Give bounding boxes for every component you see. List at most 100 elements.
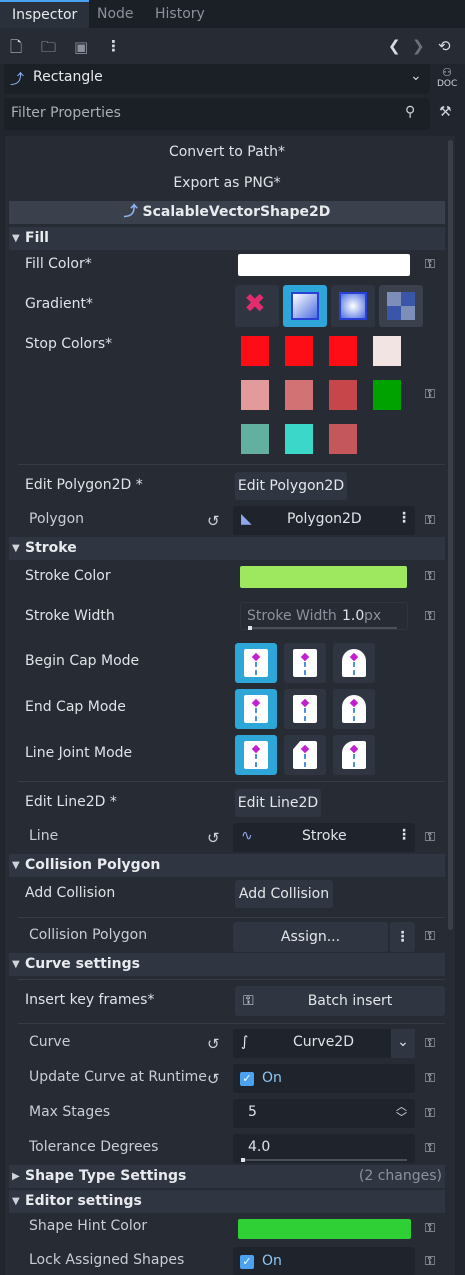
object-history-icon[interactable]: ⟲: [438, 36, 451, 56]
stop-color-swatch[interactable]: [373, 336, 401, 366]
line-value: Stroke: [302, 828, 347, 844]
tolerance-slider[interactable]: 4.0: [233, 1134, 415, 1163]
section-editor-settings[interactable]: ▼ Editor settings: [9, 1190, 445, 1213]
key-icon[interactable]: ⚿: [421, 929, 439, 944]
export-png-button[interactable]: Export as PNG*: [9, 175, 445, 191]
vector-shape-icon: ⤴: [10, 72, 24, 88]
key-icon[interactable]: ⚿: [421, 830, 439, 845]
new-resource-icon[interactable]: 🗋: [10, 37, 22, 57]
chevron-down-icon[interactable]: ⌄: [391, 1029, 415, 1058]
vector-shape-icon: ⤴: [123, 204, 138, 220]
key-icon[interactable]: ⚿: [421, 609, 439, 624]
edit-polygon-button[interactable]: Edit Polygon2D: [235, 472, 347, 500]
revert-icon[interactable]: ↺: [207, 512, 220, 530]
tab-node[interactable]: Node: [85, 0, 146, 28]
lock-shapes-label: Lock Assigned Shapes: [29, 1252, 185, 1268]
update-curve-checkbox[interactable]: ✓ On: [233, 1064, 415, 1093]
open-folder-icon[interactable]: 🗀: [41, 37, 56, 57]
section-shape-type-settings[interactable]: ▶ Shape Type Settings (2 changes): [9, 1165, 445, 1188]
key-icon[interactable]: ⚿: [421, 1254, 439, 1269]
lock-shapes-checkbox[interactable]: ✓ On: [233, 1247, 415, 1275]
stroke-width-slider[interactable]: Stroke Width 1.0 px: [240, 602, 408, 630]
joint-sharp-button[interactable]: [235, 735, 277, 775]
slider-grabber[interactable]: [241, 1158, 245, 1162]
end-cap-round-button[interactable]: [333, 689, 375, 729]
save-icon[interactable]: ▣: [74, 37, 88, 57]
key-icon[interactable]: ⚿: [421, 569, 439, 584]
joint-bevel-button[interactable]: [284, 735, 326, 775]
history-back-icon[interactable]: ❮: [388, 36, 401, 56]
revert-icon[interactable]: ↺: [207, 1070, 220, 1088]
stop-color-swatch[interactable]: [241, 380, 269, 410]
object-selector[interactable]: ⤴ Rectangle ⌄: [4, 64, 430, 94]
fill-color-picker[interactable]: [238, 254, 410, 276]
scrollbar[interactable]: [448, 140, 453, 930]
more-vertical-icon[interactable]: ⋮: [397, 827, 411, 843]
stop-color-swatch[interactable]: [285, 380, 313, 410]
gradient-texture-button[interactable]: [379, 285, 423, 327]
stroke-width-inner-label: Stroke Width: [247, 608, 337, 624]
stop-color-swatch[interactable]: [329, 336, 357, 366]
section-stroke[interactable]: ▼ Stroke: [9, 537, 445, 560]
spin-arrows-icon[interactable]: ︿ ﹀: [396, 1101, 407, 1123]
section-fill[interactable]: ▼ Fill: [9, 227, 445, 250]
tab-history[interactable]: History: [143, 0, 217, 28]
key-icon[interactable]: ⚿: [421, 387, 439, 402]
filter-properties-field[interactable]: Filter Properties ⚲: [4, 98, 430, 130]
stop-color-swatch[interactable]: [241, 424, 269, 454]
assign-button[interactable]: Assign...: [233, 922, 388, 952]
batch-insert-button[interactable]: ⚿ Batch insert: [235, 986, 445, 1016]
add-collision-button[interactable]: Add Collision: [235, 880, 333, 908]
curve-field[interactable]: ∫ Curve2D ⌄: [233, 1029, 415, 1058]
stop-color-swatch[interactable]: [285, 336, 313, 366]
key-icon[interactable]: ⚿: [421, 1141, 439, 1156]
more-vertical-icon[interactable]: ⋮: [106, 36, 121, 56]
joint-sharp-icon: [244, 741, 268, 769]
more-vertical-icon[interactable]: ⋮: [390, 922, 415, 952]
gradient-none-button[interactable]: ✖: [235, 285, 279, 327]
key-icon[interactable]: ⚿: [421, 257, 439, 272]
begin-cap-round-button[interactable]: [333, 643, 375, 683]
more-vertical-icon[interactable]: ⋮: [397, 510, 411, 526]
polygon-field[interactable]: ◣ Polygon2D ⋮: [233, 506, 415, 535]
edit-line-button[interactable]: Edit Line2D: [235, 789, 321, 817]
key-icon[interactable]: ⚿: [421, 1106, 439, 1121]
max-stages-label: Max Stages: [29, 1104, 111, 1120]
stroke-color-picker[interactable]: [240, 566, 407, 588]
section-collision-polygon[interactable]: ▼ Collision Polygon: [9, 854, 445, 877]
shape-hint-color-picker[interactable]: [238, 1219, 411, 1239]
key-icon[interactable]: ⚿: [421, 1221, 439, 1236]
line-field[interactable]: ∿ Stroke ⋮: [233, 823, 415, 852]
gradient-radial-button[interactable]: [331, 285, 375, 327]
stop-color-swatch[interactable]: [373, 380, 401, 410]
chevron-down-icon: ▼: [12, 233, 20, 244]
stop-color-swatch[interactable]: [329, 424, 357, 454]
begin-cap-square-button[interactable]: [284, 643, 326, 683]
key-icon[interactable]: ⚿: [421, 513, 439, 528]
revert-icon[interactable]: ↺: [207, 829, 220, 847]
begin-cap-flat-button[interactable]: [235, 643, 277, 683]
end-cap-flat-button[interactable]: [235, 689, 277, 729]
cap-square-icon: [293, 695, 317, 723]
tab-inspector[interactable]: Inspector: [0, 0, 90, 28]
history-forward-icon[interactable]: ❯: [412, 36, 425, 56]
joint-round-button[interactable]: [333, 735, 375, 775]
convert-to-path-button[interactable]: Convert to Path*: [9, 144, 445, 160]
key-icon[interactable]: ⚿: [421, 1036, 439, 1051]
revert-icon[interactable]: ↺: [207, 1035, 220, 1053]
end-cap-square-button[interactable]: [284, 689, 326, 729]
gradient-label: Gradient*: [25, 296, 93, 312]
linear-gradient-icon: [291, 292, 319, 320]
slider-grabber[interactable]: [248, 626, 252, 630]
tools-icon[interactable]: ⚒: [439, 104, 452, 120]
gradient-linear-button[interactable]: [283, 285, 327, 327]
section-curve-settings[interactable]: ▼ Curve settings: [9, 953, 445, 976]
stop-color-swatch[interactable]: [241, 336, 269, 366]
stop-color-swatch[interactable]: [329, 380, 357, 410]
batch-insert-label: Batch insert: [307, 993, 393, 1009]
max-stages-spinbox[interactable]: 5 ︿ ﹀: [233, 1099, 415, 1128]
key-icon[interactable]: ⚿: [421, 1071, 439, 1086]
stop-color-swatch[interactable]: [285, 424, 313, 454]
doc-icon[interactable]: ⚇ DOC: [437, 67, 457, 89]
radial-gradient-icon: [339, 292, 367, 320]
